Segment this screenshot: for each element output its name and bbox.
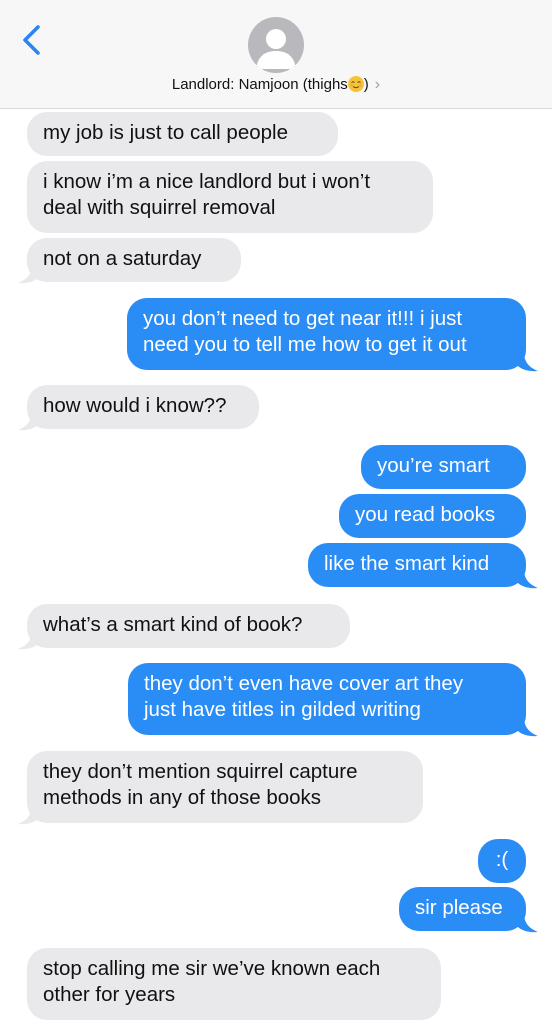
message-text: other for years (43, 983, 176, 1006)
bubble-tail (18, 264, 40, 284)
message-bubble-outgoing[interactable]: they don’t even have cover art they just… (128, 663, 526, 735)
contact-name-suffix: ) (363, 76, 369, 93)
message-text: they don’t mention squirrel capture (43, 760, 358, 783)
message-text: i know i’m a nice landlord but i won’t (43, 170, 371, 193)
contact-name: Landlord: Namjoon (thighs (171, 76, 348, 93)
message-bubble-outgoing[interactable]: :( (478, 839, 526, 883)
bubble-tail (18, 411, 40, 431)
message-bubble-incoming[interactable]: they don’t mention squirrel capture meth… (27, 751, 423, 823)
message-text: :( (495, 848, 509, 871)
message-list: my job is just to call people i know i’m… (0, 0, 552, 1024)
message-text: like the smart kind (324, 552, 490, 575)
message-bubble-incoming[interactable]: i know i’m a nice landlord but i won’t d… (27, 161, 433, 233)
message-bubble-incoming[interactable]: stop calling me sir we’ve known each oth… (27, 948, 441, 1020)
bubble-tail (516, 717, 538, 737)
message-text: not on a saturday (43, 247, 202, 270)
message-text: they don’t even have cover art they (144, 672, 464, 695)
message-text: how would i know?? (43, 394, 227, 417)
message-text: need you to tell me how to get it out (143, 333, 467, 356)
message-text: my job is just to call people (43, 121, 288, 144)
message-bubble-incoming[interactable]: not on a saturday (27, 238, 241, 282)
message-text: you’re smart (377, 454, 490, 477)
chevron-right-icon: › (374, 76, 381, 93)
message-text: just have titles in gilded writing (144, 698, 421, 721)
conversation-header: Landlord: Namjoon (thighs ) › (0, 0, 552, 109)
contact-name-button[interactable]: Landlord: Namjoon (thighs ) › (0, 76, 552, 94)
message-text: sir please (415, 896, 503, 919)
bubble-tail (516, 569, 538, 589)
bubble-tail (18, 805, 40, 825)
relieved-face-emoji-icon (347, 76, 364, 92)
message-bubble-incoming[interactable]: how would i know?? (27, 385, 259, 429)
message-bubble-incoming[interactable]: my job is just to call people (27, 112, 338, 156)
chevron-left-icon (23, 25, 40, 55)
message-text: stop calling me sir we’ve known each (43, 957, 381, 980)
message-bubble-outgoing[interactable]: you’re smart (361, 445, 526, 489)
message-text: deal with squirrel removal (43, 196, 276, 219)
bubble-tail (516, 352, 538, 372)
bubble-tail (18, 630, 40, 650)
message-text: what’s a smart kind of book? (43, 613, 303, 636)
bubble-tail (516, 913, 538, 933)
message-text: you read books (355, 503, 496, 526)
message-bubble-outgoing[interactable]: like the smart kind (308, 543, 526, 587)
message-bubble-outgoing[interactable]: you don’t need to get near it!!! i just … (127, 298, 526, 370)
message-bubble-outgoing[interactable]: you read books (339, 494, 526, 538)
contact-avatar[interactable] (248, 17, 304, 73)
message-text: methods in any of those books (43, 786, 322, 809)
message-bubble-incoming[interactable]: what’s a smart kind of book? (27, 604, 350, 648)
message-text: you don’t need to get near it!!! i just (143, 307, 463, 330)
back-button[interactable] (18, 20, 48, 60)
person-icon (256, 29, 296, 69)
message-bubble-outgoing[interactable]: sir please (399, 887, 526, 931)
